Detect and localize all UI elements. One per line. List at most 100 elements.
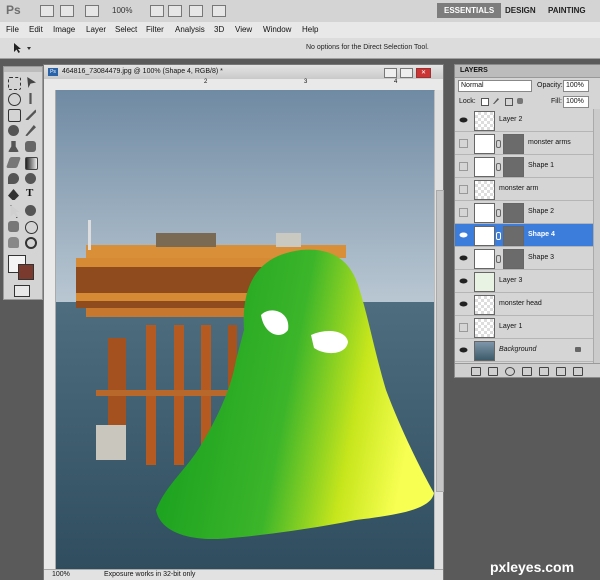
- lock-pixels-icon[interactable]: [493, 98, 499, 104]
- zoom-tool-icon[interactable]: [168, 5, 182, 17]
- mini-bridge-icon[interactable]: [60, 5, 74, 17]
- workspace-painting[interactable]: PAINTING: [541, 3, 593, 18]
- menu-select[interactable]: Select: [115, 25, 137, 34]
- blend-mode-select[interactable]: Normal: [458, 80, 532, 92]
- gradient-tool-icon[interactable]: [25, 157, 38, 170]
- layer-name[interactable]: monster arm: [499, 185, 538, 192]
- menu-view[interactable]: View: [235, 25, 252, 34]
- 3d-rotate-tool-icon[interactable]: [8, 221, 19, 232]
- new-layer-icon[interactable]: [556, 367, 566, 376]
- arrange-documents-icon[interactable]: [189, 5, 203, 17]
- vector-mask-thumbnail[interactable]: [503, 134, 524, 154]
- vertical-scrollbar[interactable]: [435, 90, 444, 569]
- link-icon[interactable]: [471, 367, 481, 376]
- maximize-icon[interactable]: [400, 68, 413, 78]
- eye-icon[interactable]: [459, 254, 468, 262]
- fill-field[interactable]: 100%: [563, 96, 589, 108]
- adjustment-icon[interactable]: [522, 367, 532, 376]
- healing-brush-tool-icon[interactable]: [8, 125, 19, 136]
- 3d-orbit-tool-icon[interactable]: [25, 221, 38, 234]
- layer-thumbnail[interactable]: [474, 180, 495, 200]
- eye-icon[interactable]: [459, 346, 468, 354]
- brush-tool-icon[interactable]: [25, 125, 36, 136]
- chain-link-icon[interactable]: [496, 163, 501, 171]
- view-extras-icon[interactable]: [85, 5, 99, 17]
- layer-thumbnail[interactable]: [474, 318, 495, 338]
- document-canvas[interactable]: [56, 90, 434, 569]
- minimize-icon[interactable]: [384, 68, 397, 78]
- direct-selection-tool-icon[interactable]: [12, 42, 34, 54]
- menu-file[interactable]: File: [6, 25, 19, 34]
- hand-tool-icon[interactable]: [150, 5, 164, 17]
- layer-name[interactable]: Background: [499, 346, 536, 353]
- layer-thumbnail[interactable]: [474, 272, 495, 292]
- shape-tool-icon[interactable]: [25, 205, 36, 216]
- layers-scrollbar[interactable]: [593, 109, 600, 363]
- layer-thumbnail[interactable]: [474, 157, 495, 177]
- layer-row[interactable]: Layer 1: [455, 316, 600, 339]
- chain-link-icon[interactable]: [496, 209, 501, 217]
- chain-link-icon[interactable]: [496, 232, 501, 240]
- layer-name[interactable]: Shape 4: [528, 231, 555, 238]
- layer-row[interactable]: Shape 3: [455, 247, 600, 270]
- lock-all-icon[interactable]: [517, 98, 523, 104]
- layer-row[interactable]: Layer 2: [455, 109, 600, 132]
- path-selection-tool-icon[interactable]: [10, 205, 20, 218]
- eye-hidden-icon[interactable]: [459, 139, 468, 148]
- eye-icon[interactable]: [459, 116, 468, 124]
- crop-tool-icon[interactable]: [8, 109, 21, 122]
- layer-row[interactable]: monster arms: [455, 132, 600, 155]
- eye-hidden-icon[interactable]: [459, 208, 468, 217]
- bridge-icon[interactable]: [40, 5, 54, 17]
- layer-thumbnail[interactable]: [474, 249, 495, 269]
- eye-hidden-icon[interactable]: [459, 162, 468, 171]
- group-icon[interactable]: [539, 367, 549, 376]
- layer-name[interactable]: monster arms: [528, 139, 571, 146]
- layer-row[interactable]: Shape 1: [455, 155, 600, 178]
- history-brush-tool-icon[interactable]: [25, 141, 36, 152]
- menu-image[interactable]: Image: [53, 25, 75, 34]
- pen-tool-icon[interactable]: [8, 189, 19, 200]
- move-tool-icon[interactable]: [27, 77, 36, 88]
- layer-name[interactable]: Layer 2: [499, 116, 522, 123]
- layer-thumbnail[interactable]: [474, 111, 495, 131]
- scrollbar-thumb[interactable]: [436, 190, 444, 492]
- mask-icon[interactable]: [505, 367, 515, 376]
- workspace-design[interactable]: DESIGN: [498, 3, 543, 18]
- fx-icon[interactable]: [488, 367, 498, 376]
- layer-name[interactable]: monster head: [499, 300, 542, 307]
- background-color-swatch[interactable]: [18, 264, 34, 280]
- hand-tool-panel-icon[interactable]: [8, 237, 19, 248]
- document-tab[interactable]: Ps 464816_73084479.jpg @ 100% (Shape 4, …: [44, 65, 443, 80]
- layers-panel-tab[interactable]: LAYERS: [455, 65, 600, 78]
- blur-tool-icon[interactable]: [8, 173, 19, 184]
- lock-position-icon[interactable]: [505, 98, 513, 106]
- quick-mask-icon[interactable]: [14, 285, 30, 297]
- layer-thumbnail[interactable]: [474, 341, 495, 361]
- menu-edit[interactable]: Edit: [29, 25, 43, 34]
- trash-icon[interactable]: [573, 367, 583, 376]
- layer-row[interactable]: monster arm: [455, 178, 600, 201]
- lock-transparent-icon[interactable]: [481, 98, 489, 106]
- layer-thumbnail[interactable]: [474, 295, 495, 315]
- zoom-tool-panel-icon[interactable]: [25, 237, 37, 249]
- eye-hidden-icon[interactable]: [459, 185, 468, 194]
- menu-help[interactable]: Help: [302, 25, 318, 34]
- vector-mask-thumbnail[interactable]: [503, 226, 524, 246]
- layer-row[interactable]: Layer 3: [455, 270, 600, 293]
- eye-icon[interactable]: [459, 231, 468, 239]
- dodge-tool-icon[interactable]: [25, 173, 36, 184]
- vector-mask-thumbnail[interactable]: [503, 249, 524, 269]
- layer-name[interactable]: Layer 1: [499, 323, 522, 330]
- layer-name[interactable]: Shape 1: [528, 162, 554, 169]
- workspace-essentials[interactable]: ESSENTIALS: [437, 3, 502, 18]
- layer-row[interactable]: Background: [455, 339, 600, 362]
- chain-link-icon[interactable]: [496, 140, 501, 148]
- layer-thumbnail[interactable]: [474, 226, 495, 246]
- eyedropper-tool-icon[interactable]: [25, 109, 36, 120]
- layer-row[interactable]: Shape 2: [455, 201, 600, 224]
- eye-icon[interactable]: [459, 277, 468, 285]
- quick-selection-tool-icon[interactable]: [29, 93, 32, 104]
- screen-mode-icon[interactable]: [212, 5, 226, 17]
- opacity-field[interactable]: 100%: [563, 80, 589, 92]
